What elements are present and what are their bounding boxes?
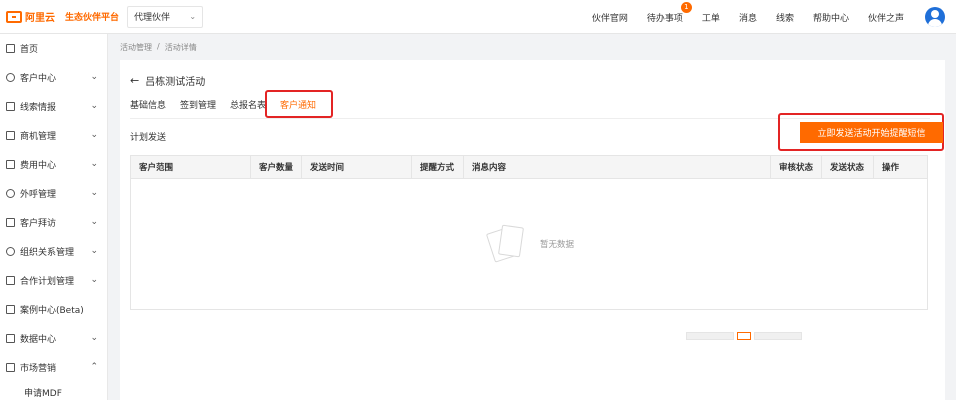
nav-help-center[interactable]: 帮助中心 — [813, 11, 849, 24]
notification-table: 客户范围 客户数量 发送时间 提醒方式 消息内容 审核状态 发送状态 操作 暂无… — [130, 155, 928, 310]
sidebar-item-cooperation-plan[interactable]: 合作计划管理 ⌄ — [0, 266, 107, 295]
breadcrumb-separator: / — [157, 42, 160, 51]
sidebar-item-label: 申请MDF — [24, 388, 62, 399]
nav-leads[interactable]: 线索 — [776, 11, 794, 24]
chevron-down-icon: ⌄ — [90, 246, 98, 256]
case-icon — [6, 305, 15, 314]
sidebar-item-label: 案例中心(Beta) — [20, 306, 84, 316]
sidebar: 首页 客户中心 ⌄ 线索情报 ⌄ 商机管理 ⌄ 费用中心 ⌄ 外呼管理 ⌄ 客户… — [0, 34, 108, 400]
chevron-down-icon: ⌄ — [189, 12, 197, 21]
page-title: 吕栋测试活动 — [145, 77, 206, 88]
column-header-message-content: 消息内容 — [464, 156, 771, 178]
sidebar-item-label: 外呼管理 — [20, 190, 57, 200]
sidebar-item-leads[interactable]: 线索情报 ⌄ — [0, 92, 107, 121]
pagination-next-button[interactable] — [754, 332, 802, 340]
breadcrumb-activity-management[interactable]: 活动管理 — [120, 42, 152, 53]
pagination-prev-button[interactable] — [686, 332, 734, 340]
sidebar-item-apply-mdf[interactable]: 申请MDF — [0, 382, 107, 400]
column-header-review-status: 审核状态 — [771, 156, 822, 178]
pagination — [686, 332, 802, 340]
pagination-current-page[interactable] — [737, 332, 751, 340]
logo-text: 阿里云 — [25, 13, 55, 24]
aliyun-logo[interactable]: 阿里云 生态伙伴平台 — [6, 9, 119, 24]
sidebar-item-label: 费用中心 — [20, 161, 57, 171]
plan-icon — [6, 276, 15, 285]
breadcrumb: 活动管理 / 活动详情 — [120, 42, 197, 53]
briefcase-icon — [6, 131, 15, 140]
platform-name: 生态伙伴平台 — [65, 13, 120, 23]
sidebar-item-data-center[interactable]: 数据中心 ⌄ — [0, 324, 107, 353]
section-label-planned-send: 计划发送 — [130, 133, 167, 143]
chevron-down-icon: ⌄ — [90, 188, 98, 198]
aliyun-logo-icon — [6, 10, 22, 23]
breadcrumb-activity-detail: 活动详情 — [164, 43, 197, 52]
sidebar-item-customer-visit[interactable]: 客户拜访 ⌄ — [0, 208, 107, 237]
wallet-icon — [6, 160, 15, 169]
role-select-value: 代理伙伴 — [134, 13, 171, 23]
chevron-down-icon: ⌄ — [90, 333, 98, 343]
chevron-down-icon: ⌄ — [90, 217, 98, 227]
column-header-customer-count: 客户数量 — [251, 156, 302, 178]
role-select[interactable]: 代理伙伴 ⌄ — [127, 5, 204, 28]
nav-partner-site[interactable]: 伙伴官网 — [592, 11, 628, 24]
avatar[interactable] — [925, 7, 945, 27]
chevron-down-icon: ⌄ — [90, 130, 98, 140]
top-nav: 伙伴官网 待办事项 1 工单 消息 线索 帮助中心 伙伴之声 — [592, 0, 956, 34]
sidebar-item-label: 线索情报 — [20, 103, 57, 113]
sidebar-item-label: 首页 — [20, 45, 39, 55]
sidebar-item-opportunity[interactable]: 商机管理 ⌄ — [0, 121, 107, 150]
sidebar-item-org-relations[interactable]: 组织关系管理 ⌄ — [0, 237, 107, 266]
visit-icon — [6, 218, 15, 227]
nav-todo[interactable]: 待办事项 1 — [646, 1, 692, 24]
data-icon — [6, 334, 15, 343]
sidebar-item-label: 客户中心 — [20, 74, 57, 84]
chevron-up-icon: ⌃ — [90, 362, 98, 372]
sidebar-item-label: 商机管理 — [20, 132, 57, 142]
sidebar-item-cost-center[interactable]: 费用中心 ⌄ — [0, 150, 107, 179]
sidebar-item-label: 组织关系管理 — [20, 248, 75, 258]
marketing-icon — [6, 363, 15, 372]
chevron-down-icon: ⌄ — [90, 159, 98, 169]
share-icon — [6, 247, 15, 256]
list-icon — [6, 102, 15, 111]
sidebar-item-marketing[interactable]: 市场营销 ⌃ — [0, 353, 107, 382]
empty-data-icon — [484, 222, 532, 266]
empty-state: 暂无数据 — [131, 179, 927, 309]
column-header-customer-scope: 客户范围 — [131, 156, 251, 178]
back-arrow-icon[interactable]: ← — [130, 74, 139, 87]
table-header: 客户范围 客户数量 发送时间 提醒方式 消息内容 审核状态 发送状态 操作 — [131, 156, 927, 179]
sidebar-item-label: 数据中心 — [20, 335, 57, 345]
sidebar-item-label: 客户拜访 — [20, 219, 57, 229]
nav-partner-voice[interactable]: 伙伴之声 — [868, 11, 904, 24]
sidebar-item-home[interactable]: 首页 — [0, 34, 107, 63]
nav-message[interactable]: 消息 — [739, 11, 757, 24]
sidebar-item-label: 市场营销 — [20, 364, 57, 374]
sidebar-item-label: 合作计划管理 — [20, 277, 75, 287]
sidebar-item-outbound-call[interactable]: 外呼管理 ⌄ — [0, 179, 107, 208]
user-icon — [6, 73, 15, 82]
home-icon — [6, 44, 15, 53]
activity-detail-panel: ← 吕栋测试活动 基础信息 签到管理 总报名表 客户通知 计划发送 立即发送活动… — [120, 60, 945, 400]
nav-todo-label: 待办事项 — [646, 13, 683, 24]
top-bar: 阿里云 生态伙伴平台 代理伙伴 ⌄ 伙伴官网 待办事项 1 工单 消息 线索 帮… — [0, 0, 956, 34]
column-header-send-status: 发送状态 — [822, 156, 874, 178]
tab-registration-list[interactable]: 总报名表 — [230, 98, 266, 118]
phone-icon — [6, 189, 15, 198]
nav-ticket[interactable]: 工单 — [702, 11, 720, 24]
sidebar-item-customer-center[interactable]: 客户中心 ⌄ — [0, 63, 107, 92]
todo-badge: 1 — [680, 1, 692, 13]
chevron-down-icon: ⌄ — [90, 72, 98, 82]
send-reminder-sms-button[interactable]: 立即发送活动开始提醒短信 — [800, 122, 943, 143]
tab-highlight-box — [265, 90, 333, 118]
column-header-reminder-method: 提醒方式 — [412, 156, 464, 178]
page-title-row: ← 吕栋测试活动 — [130, 73, 205, 88]
column-header-actions: 操作 — [882, 163, 900, 173]
empty-state-text: 暂无数据 — [539, 240, 574, 250]
chevron-down-icon: ⌄ — [90, 101, 98, 111]
tab-basic-info[interactable]: 基础信息 — [130, 98, 166, 118]
column-header-send-time: 发送时间 — [302, 156, 412, 178]
tab-checkin-management[interactable]: 签到管理 — [180, 98, 216, 118]
chevron-down-icon: ⌄ — [90, 275, 98, 285]
sidebar-item-case-center[interactable]: 案例中心(Beta) — [0, 295, 107, 324]
